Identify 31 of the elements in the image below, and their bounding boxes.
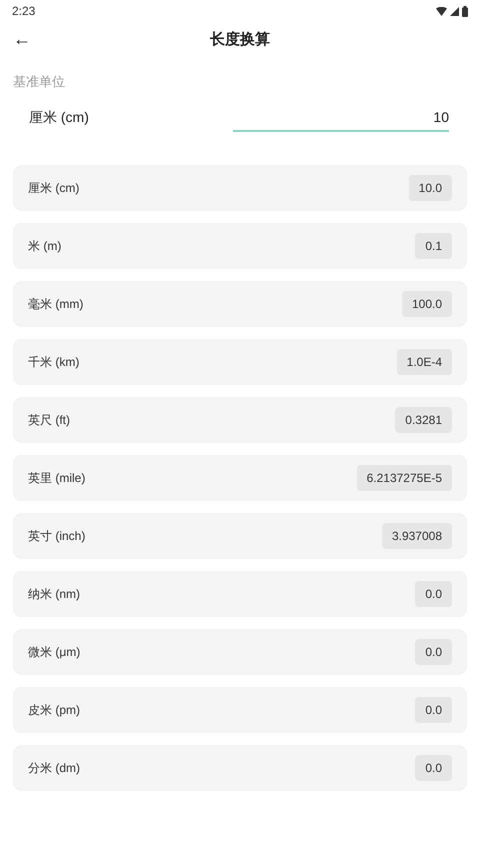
signal-icon [450,6,459,16]
unit-label: 微米 (μm) [28,644,80,660]
result-value: 1.0E-4 [396,348,452,374]
status-time: 2:23 [12,3,36,20]
result-value: 0.3281 [395,406,452,432]
result-value: 3.937008 [382,522,452,548]
result-value: 10.0 [408,174,452,200]
unit-label: 英寸 (inch) [28,528,86,544]
unit-label: 皮米 (pm) [28,702,80,718]
unit-label: 千米 (km) [28,354,80,370]
unit-label: 米 (m) [28,238,62,254]
unit-label: 分米 (dm) [28,760,80,776]
section-label: 基准单位 [13,73,66,91]
result-value: 0.1 [415,232,452,258]
result-value: 6.2137275E-5 [356,464,452,490]
unit-label: 厘米 (cm) [29,108,90,127]
page-title: 长度换算 [210,30,270,50]
result-value: 0.0 [415,638,452,664]
result-value: 100.0 [402,290,452,316]
unit-label: 英尺 (ft) [28,412,70,428]
unit-label: 毫米 (mm) [28,296,84,312]
value-input[interactable]: 10 [233,106,449,132]
unit-label: 厘米 (cm) [28,180,80,196]
unit-label: 英里 (mile) [28,470,86,486]
result-value: 0.0 [415,580,452,606]
result-value: 0.0 [415,754,452,780]
back-button[interactable]: ← [10,24,34,54]
battery-icon [462,6,468,16]
wifi-icon [436,6,447,16]
unit-label: 纳米 (nm) [28,586,80,602]
result-value: 0.0 [415,696,452,722]
